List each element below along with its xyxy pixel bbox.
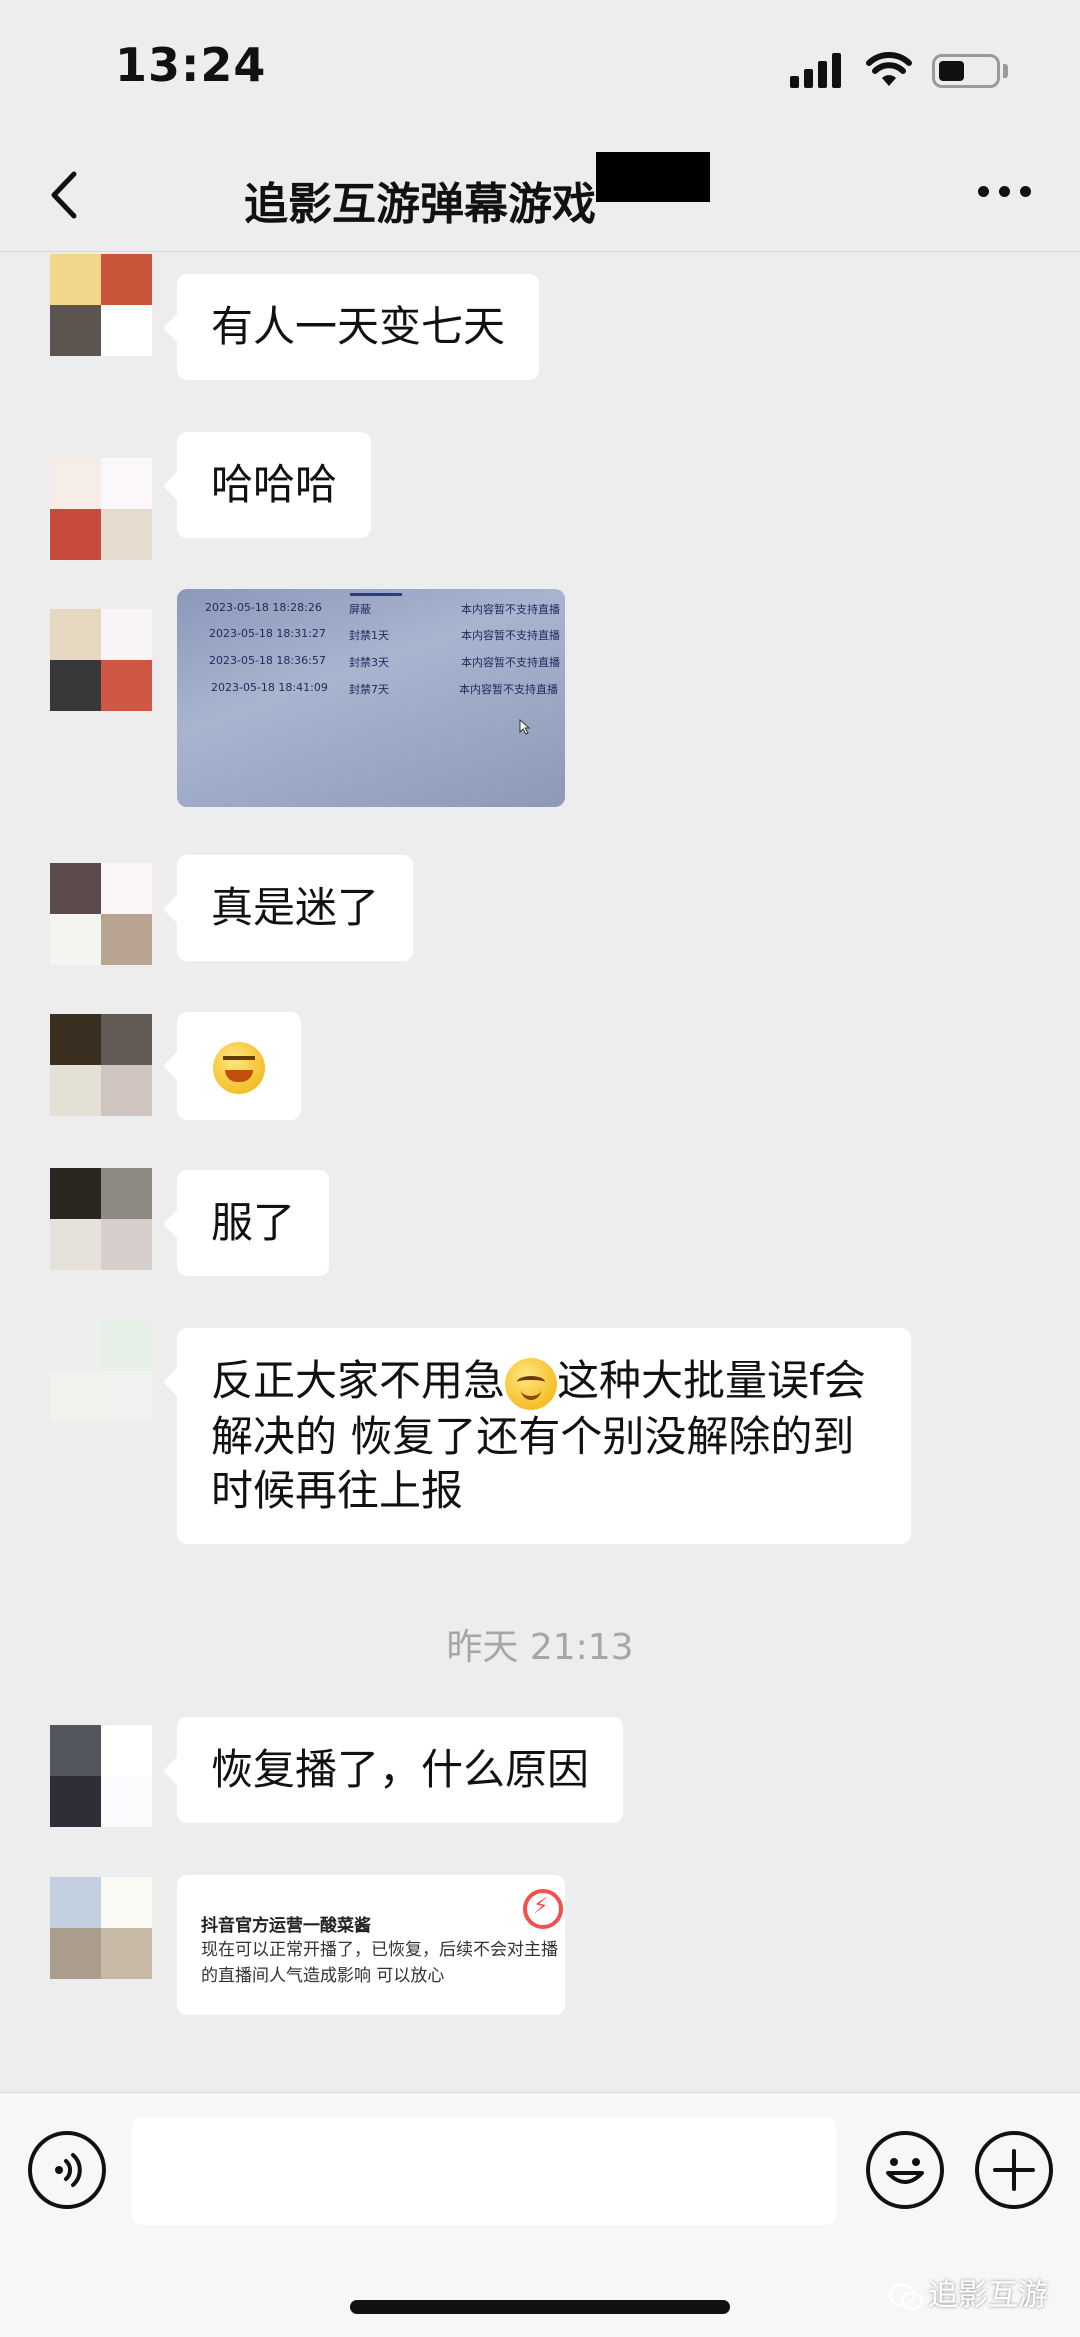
chat-title-text: 追影互游弹幕游戏 [244, 179, 596, 230]
ban-status: 封禁1天 [349, 629, 389, 642]
message-bubble[interactable]: 服了 [162, 1170, 330, 1276]
avatar[interactable] [50, 1877, 152, 1979]
message-text: 反正大家不用急 [211, 1356, 506, 1405]
ban-date: 2023-05-18 18:28:26 [205, 601, 322, 614]
avatar[interactable] [50, 458, 152, 560]
chat-header: 追影互游弹幕游戏 [0, 140, 1080, 252]
image-message[interactable]: 抖音官方运营一酸菜酱 现在可以正常开播了，已恢复，后续不会对主播的直播间人气造成… [177, 1875, 565, 2015]
ban-date: 2023-05-18 18:31:27 [209, 627, 326, 640]
ban-row: 2023-05-18 18:31:27 封禁1天 本内容暂不支持直播 [177, 627, 565, 649]
ban-status: 封禁7天 [349, 683, 389, 696]
cursor-icon [519, 719, 531, 735]
ban-date: 2023-05-18 18:36:57 [209, 654, 326, 667]
message-list[interactable]: 有人一天变七天 哈哈哈 2023-05-18 18:28:26 屏蔽 本内容暂不… [0, 252, 1080, 2092]
douyin-live-icon [523, 1889, 563, 1929]
notice-body: 现在可以正常开播了，已恢复，后续不会对主播的直播间人气造成影响 可以放心 [201, 1940, 558, 1986]
wechat-icon [888, 2283, 924, 2310]
battery-tip [1003, 64, 1008, 78]
signal-icon [790, 52, 842, 88]
redaction-block [596, 152, 710, 202]
notice-title: 抖音官方运营一酸菜酱 [201, 1916, 371, 1936]
ban-row: 2023-05-18 18:41:09 封禁7天 本内容暂不支持直播 [177, 681, 565, 703]
message-input[interactable] [132, 2117, 836, 2225]
message-bubble[interactable]: 哈哈哈 [162, 432, 372, 538]
emoji-icon[interactable] [866, 2131, 944, 2209]
ban-status: 封禁3天 [349, 656, 389, 669]
avatar[interactable] [50, 609, 152, 711]
message-text: 服了 [211, 1198, 296, 1247]
pleading-face-emoji [505, 1357, 558, 1410]
angry-face-emoji [213, 1041, 265, 1094]
status-bar: 13:24 [0, 0, 1080, 140]
message-bubble[interactable]: 真是迷了 [162, 855, 414, 961]
message-text: 真是迷了 [211, 883, 380, 932]
battery-fill [939, 61, 964, 81]
avatar[interactable] [50, 1725, 152, 1827]
message-text: 恢复播了，什么原因 [211, 1745, 590, 1794]
avatar[interactable] [50, 1168, 152, 1270]
ban-reason: 本内容暂不支持直播 [461, 629, 560, 642]
battery-icon [932, 54, 1000, 88]
watermark-text: 追影互游 [928, 2278, 1048, 2313]
voice-icon[interactable] [28, 2131, 106, 2209]
ban-row: 2023-05-18 18:36:57 封禁3天 本内容暂不支持直播 [177, 654, 565, 676]
message-bubble[interactable] [163, 1012, 301, 1120]
plus-icon[interactable] [975, 2131, 1053, 2209]
message-text: 哈哈哈 [211, 460, 338, 509]
message-bubble[interactable]: 反正大家不用急 这种大批量误f会解决的 恢复了还有个别没解除的到时候再往上报 [163, 1328, 911, 1544]
message-bubble[interactable]: 有人一天变七天 [162, 274, 540, 380]
ban-date: 2023-05-18 18:41:09 [211, 681, 328, 694]
ban-row-header: 2023-05-18 18:28:26 屏蔽 本内容暂不支持直播 [177, 593, 565, 623]
message-bubble[interactable]: 恢复播了，什么原因 [162, 1717, 624, 1823]
ban-status: 屏蔽 [349, 603, 371, 616]
image-message[interactable]: 2023-05-18 18:28:26 屏蔽 本内容暂不支持直播 2023-05… [177, 589, 565, 807]
avatar[interactable] [50, 863, 152, 965]
ban-record-screenshot: 2023-05-18 18:28:26 屏蔽 本内容暂不支持直播 2023-05… [177, 589, 565, 807]
wifi-icon [866, 52, 912, 86]
message-text: 有人一天变七天 [211, 302, 506, 351]
time-divider: 昨天 21:13 [446, 1627, 634, 1668]
avatar[interactable] [50, 254, 152, 356]
avatar[interactable] [50, 1320, 152, 1422]
chevron-left-icon[interactable] [44, 170, 88, 220]
chat-title: 追影互游弹幕游戏 [244, 168, 596, 232]
avatar[interactable] [50, 1014, 152, 1116]
more-dots-icon[interactable] [978, 186, 1032, 200]
ban-reason: 本内容暂不支持直播 [461, 603, 560, 616]
official-notice-screenshot: 抖音官方运营一酸菜酱 现在可以正常开播了，已恢复，后续不会对主播的直播间人气造成… [177, 1875, 565, 2015]
home-indicator[interactable] [350, 2300, 730, 2314]
status-time: 13:24 [115, 38, 267, 92]
watermark: 追影互游 [888, 2270, 1048, 2314]
ban-reason: 本内容暂不支持直播 [459, 683, 558, 696]
ban-reason: 本内容暂不支持直播 [461, 656, 560, 669]
